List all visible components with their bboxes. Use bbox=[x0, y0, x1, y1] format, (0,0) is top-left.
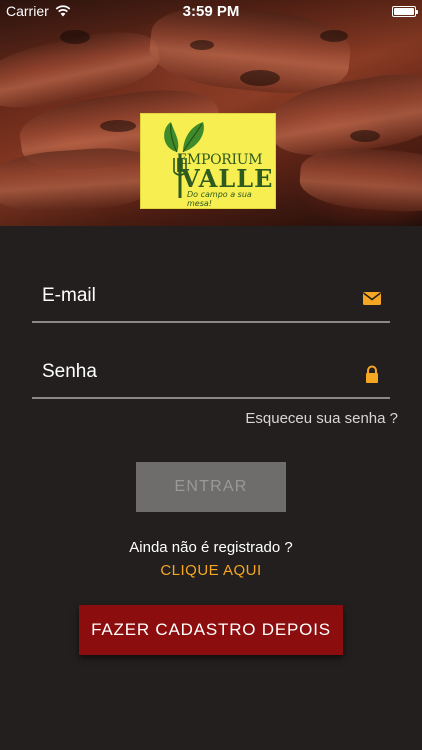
emporium-valle-logo: EMPORIUM VALLE Do campo a sua mesa! bbox=[140, 113, 276, 209]
status-bar: Carrier 3:59 PM bbox=[0, 0, 422, 22]
envelope-icon bbox=[363, 292, 381, 305]
register-link[interactable]: CLIQUE AQUI bbox=[0, 562, 422, 579]
register-later-button[interactable]: FAZER CADASTRO DEPOIS bbox=[79, 605, 343, 655]
forgot-password-link[interactable]: Esqueceu sua senha ? bbox=[245, 410, 398, 427]
lock-icon bbox=[366, 365, 378, 383]
logo-tagline: Do campo a sua mesa! bbox=[187, 190, 252, 208]
status-time: 3:59 PM bbox=[182, 2, 240, 20]
email-input[interactable] bbox=[42, 281, 342, 311]
battery-icon bbox=[392, 5, 418, 17]
login-button[interactable]: ENTRAR bbox=[136, 462, 286, 512]
password-field-container bbox=[32, 349, 390, 399]
email-field-container bbox=[32, 273, 390, 323]
password-input[interactable] bbox=[42, 357, 342, 387]
logo-text-valle: VALLE bbox=[181, 164, 274, 193]
not-registered-text: Ainda não é registrado ? bbox=[129, 539, 293, 556]
